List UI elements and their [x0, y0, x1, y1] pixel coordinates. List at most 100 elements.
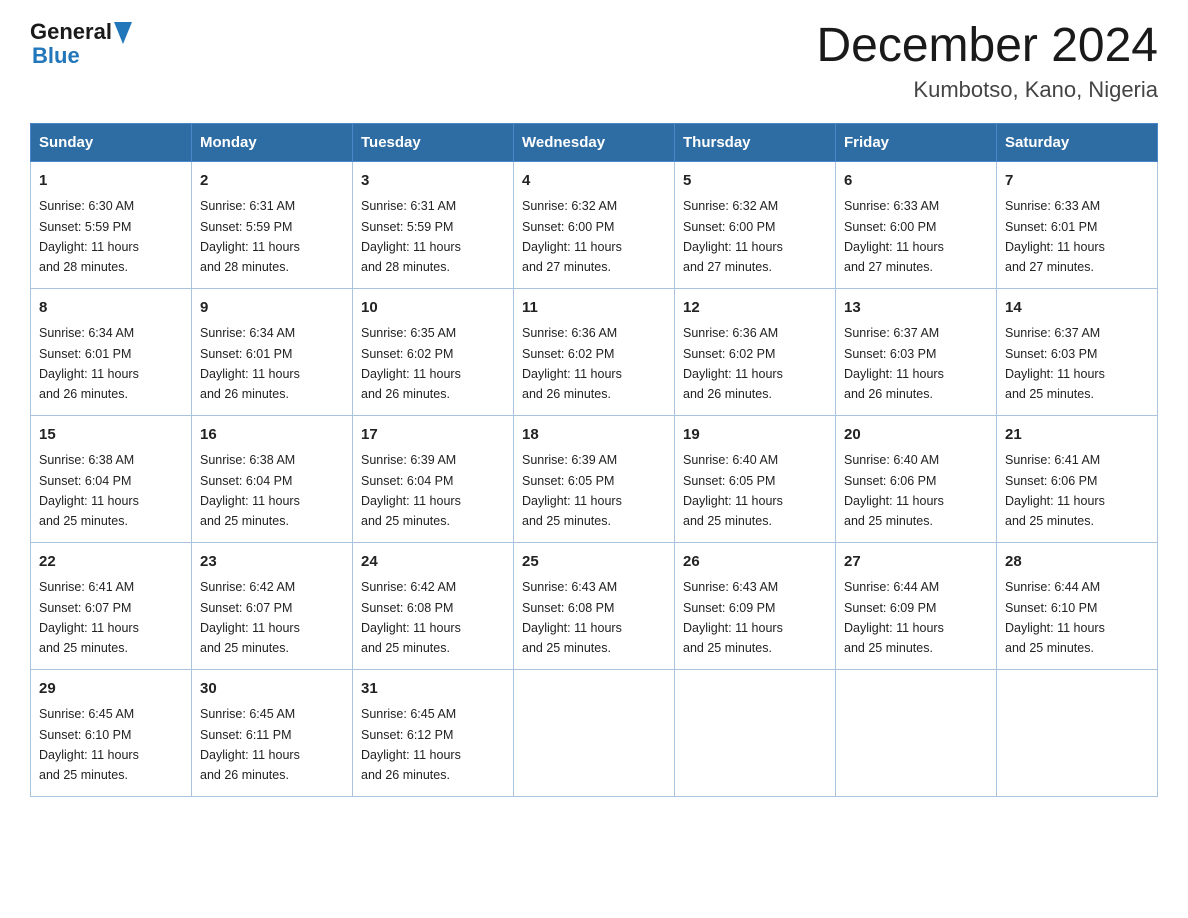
- day-number: 29: [39, 678, 183, 701]
- day-number: 23: [200, 551, 344, 574]
- week-row-5: 29 Sunrise: 6:45 AMSunset: 6:10 PMDaylig…: [31, 669, 1158, 796]
- day-info: Sunrise: 6:31 AMSunset: 5:59 PMDaylight:…: [361, 199, 461, 274]
- column-header-friday: Friday: [836, 123, 997, 161]
- day-number: 17: [361, 424, 505, 447]
- day-info: Sunrise: 6:37 AMSunset: 6:03 PMDaylight:…: [1005, 326, 1105, 401]
- day-info: Sunrise: 6:45 AMSunset: 6:10 PMDaylight:…: [39, 707, 139, 782]
- day-info: Sunrise: 6:30 AMSunset: 5:59 PMDaylight:…: [39, 199, 139, 274]
- calendar-cell: 28 Sunrise: 6:44 AMSunset: 6:10 PMDaylig…: [997, 542, 1158, 669]
- calendar-cell: 12 Sunrise: 6:36 AMSunset: 6:02 PMDaylig…: [675, 288, 836, 415]
- column-header-sunday: Sunday: [31, 123, 192, 161]
- week-row-3: 15 Sunrise: 6:38 AMSunset: 6:04 PMDaylig…: [31, 415, 1158, 542]
- calendar-table: SundayMondayTuesdayWednesdayThursdayFrid…: [30, 123, 1158, 797]
- calendar-cell: 11 Sunrise: 6:36 AMSunset: 6:02 PMDaylig…: [514, 288, 675, 415]
- calendar-cell: 7 Sunrise: 6:33 AMSunset: 6:01 PMDayligh…: [997, 161, 1158, 288]
- calendar-cell: 31 Sunrise: 6:45 AMSunset: 6:12 PMDaylig…: [353, 669, 514, 796]
- calendar-cell: 25 Sunrise: 6:43 AMSunset: 6:08 PMDaylig…: [514, 542, 675, 669]
- day-number: 31: [361, 678, 505, 701]
- calendar-cell: 3 Sunrise: 6:31 AMSunset: 5:59 PMDayligh…: [353, 161, 514, 288]
- day-info: Sunrise: 6:41 AMSunset: 6:07 PMDaylight:…: [39, 580, 139, 655]
- logo: General Blue: [30, 20, 132, 68]
- day-number: 1: [39, 170, 183, 193]
- column-header-thursday: Thursday: [675, 123, 836, 161]
- day-number: 27: [844, 551, 988, 574]
- day-info: Sunrise: 6:39 AMSunset: 6:05 PMDaylight:…: [522, 453, 622, 528]
- calendar-cell: 20 Sunrise: 6:40 AMSunset: 6:06 PMDaylig…: [836, 415, 997, 542]
- week-row-4: 22 Sunrise: 6:41 AMSunset: 6:07 PMDaylig…: [31, 542, 1158, 669]
- calendar-cell: 29 Sunrise: 6:45 AMSunset: 6:10 PMDaylig…: [31, 669, 192, 796]
- logo-block: General Blue: [30, 20, 132, 68]
- column-header-tuesday: Tuesday: [353, 123, 514, 161]
- location-subtitle: Kumbotso, Kano, Nigeria: [816, 77, 1158, 103]
- calendar-cell: 2 Sunrise: 6:31 AMSunset: 5:59 PMDayligh…: [192, 161, 353, 288]
- day-number: 21: [1005, 424, 1149, 447]
- day-number: 7: [1005, 170, 1149, 193]
- day-number: 28: [1005, 551, 1149, 574]
- day-info: Sunrise: 6:33 AMSunset: 6:01 PMDaylight:…: [1005, 199, 1105, 274]
- day-info: Sunrise: 6:36 AMSunset: 6:02 PMDaylight:…: [683, 326, 783, 401]
- calendar-cell: [997, 669, 1158, 796]
- day-number: 24: [361, 551, 505, 574]
- column-header-saturday: Saturday: [997, 123, 1158, 161]
- day-info: Sunrise: 6:31 AMSunset: 5:59 PMDaylight:…: [200, 199, 300, 274]
- day-info: Sunrise: 6:36 AMSunset: 6:02 PMDaylight:…: [522, 326, 622, 401]
- calendar-cell: 26 Sunrise: 6:43 AMSunset: 6:09 PMDaylig…: [675, 542, 836, 669]
- calendar-cell: 27 Sunrise: 6:44 AMSunset: 6:09 PMDaylig…: [836, 542, 997, 669]
- day-number: 3: [361, 170, 505, 193]
- week-row-2: 8 Sunrise: 6:34 AMSunset: 6:01 PMDayligh…: [31, 288, 1158, 415]
- page-header: General Blue December 2024 Kumbotso, Kan…: [30, 20, 1158, 103]
- calendar-cell: 19 Sunrise: 6:40 AMSunset: 6:05 PMDaylig…: [675, 415, 836, 542]
- day-number: 13: [844, 297, 988, 320]
- calendar-header-row: SundayMondayTuesdayWednesdayThursdayFrid…: [31, 123, 1158, 161]
- day-info: Sunrise: 6:45 AMSunset: 6:11 PMDaylight:…: [200, 707, 300, 782]
- day-info: Sunrise: 6:40 AMSunset: 6:06 PMDaylight:…: [844, 453, 944, 528]
- day-number: 8: [39, 297, 183, 320]
- day-info: Sunrise: 6:32 AMSunset: 6:00 PMDaylight:…: [522, 199, 622, 274]
- day-number: 5: [683, 170, 827, 193]
- calendar-cell: 4 Sunrise: 6:32 AMSunset: 6:00 PMDayligh…: [514, 161, 675, 288]
- day-info: Sunrise: 6:40 AMSunset: 6:05 PMDaylight:…: [683, 453, 783, 528]
- day-info: Sunrise: 6:44 AMSunset: 6:09 PMDaylight:…: [844, 580, 944, 655]
- day-number: 2: [200, 170, 344, 193]
- day-info: Sunrise: 6:34 AMSunset: 6:01 PMDaylight:…: [200, 326, 300, 401]
- day-number: 4: [522, 170, 666, 193]
- day-number: 25: [522, 551, 666, 574]
- calendar-cell: 18 Sunrise: 6:39 AMSunset: 6:05 PMDaylig…: [514, 415, 675, 542]
- calendar-cell: [836, 669, 997, 796]
- day-info: Sunrise: 6:42 AMSunset: 6:08 PMDaylight:…: [361, 580, 461, 655]
- logo-arrow-icon: [114, 22, 132, 44]
- day-info: Sunrise: 6:43 AMSunset: 6:08 PMDaylight:…: [522, 580, 622, 655]
- day-info: Sunrise: 6:41 AMSunset: 6:06 PMDaylight:…: [1005, 453, 1105, 528]
- calendar-cell: 17 Sunrise: 6:39 AMSunset: 6:04 PMDaylig…: [353, 415, 514, 542]
- calendar-cell: 6 Sunrise: 6:33 AMSunset: 6:00 PMDayligh…: [836, 161, 997, 288]
- day-info: Sunrise: 6:43 AMSunset: 6:09 PMDaylight:…: [683, 580, 783, 655]
- day-number: 16: [200, 424, 344, 447]
- calendar-cell: 14 Sunrise: 6:37 AMSunset: 6:03 PMDaylig…: [997, 288, 1158, 415]
- calendar-cell: 15 Sunrise: 6:38 AMSunset: 6:04 PMDaylig…: [31, 415, 192, 542]
- day-number: 15: [39, 424, 183, 447]
- logo-general-text: General: [30, 20, 112, 44]
- day-number: 11: [522, 297, 666, 320]
- title-block: December 2024 Kumbotso, Kano, Nigeria: [816, 20, 1158, 103]
- calendar-cell: 21 Sunrise: 6:41 AMSunset: 6:06 PMDaylig…: [997, 415, 1158, 542]
- day-number: 20: [844, 424, 988, 447]
- month-title: December 2024: [816, 20, 1158, 73]
- day-number: 9: [200, 297, 344, 320]
- day-info: Sunrise: 6:39 AMSunset: 6:04 PMDaylight:…: [361, 453, 461, 528]
- day-number: 12: [683, 297, 827, 320]
- day-info: Sunrise: 6:45 AMSunset: 6:12 PMDaylight:…: [361, 707, 461, 782]
- day-info: Sunrise: 6:34 AMSunset: 6:01 PMDaylight:…: [39, 326, 139, 401]
- day-number: 14: [1005, 297, 1149, 320]
- day-number: 30: [200, 678, 344, 701]
- calendar-cell: 24 Sunrise: 6:42 AMSunset: 6:08 PMDaylig…: [353, 542, 514, 669]
- calendar-cell: 13 Sunrise: 6:37 AMSunset: 6:03 PMDaylig…: [836, 288, 997, 415]
- calendar-cell: 8 Sunrise: 6:34 AMSunset: 6:01 PMDayligh…: [31, 288, 192, 415]
- calendar-cell: 9 Sunrise: 6:34 AMSunset: 6:01 PMDayligh…: [192, 288, 353, 415]
- day-info: Sunrise: 6:38 AMSunset: 6:04 PMDaylight:…: [39, 453, 139, 528]
- column-header-wednesday: Wednesday: [514, 123, 675, 161]
- calendar-cell: [675, 669, 836, 796]
- day-number: 19: [683, 424, 827, 447]
- day-number: 6: [844, 170, 988, 193]
- day-info: Sunrise: 6:37 AMSunset: 6:03 PMDaylight:…: [844, 326, 944, 401]
- calendar-cell: 16 Sunrise: 6:38 AMSunset: 6:04 PMDaylig…: [192, 415, 353, 542]
